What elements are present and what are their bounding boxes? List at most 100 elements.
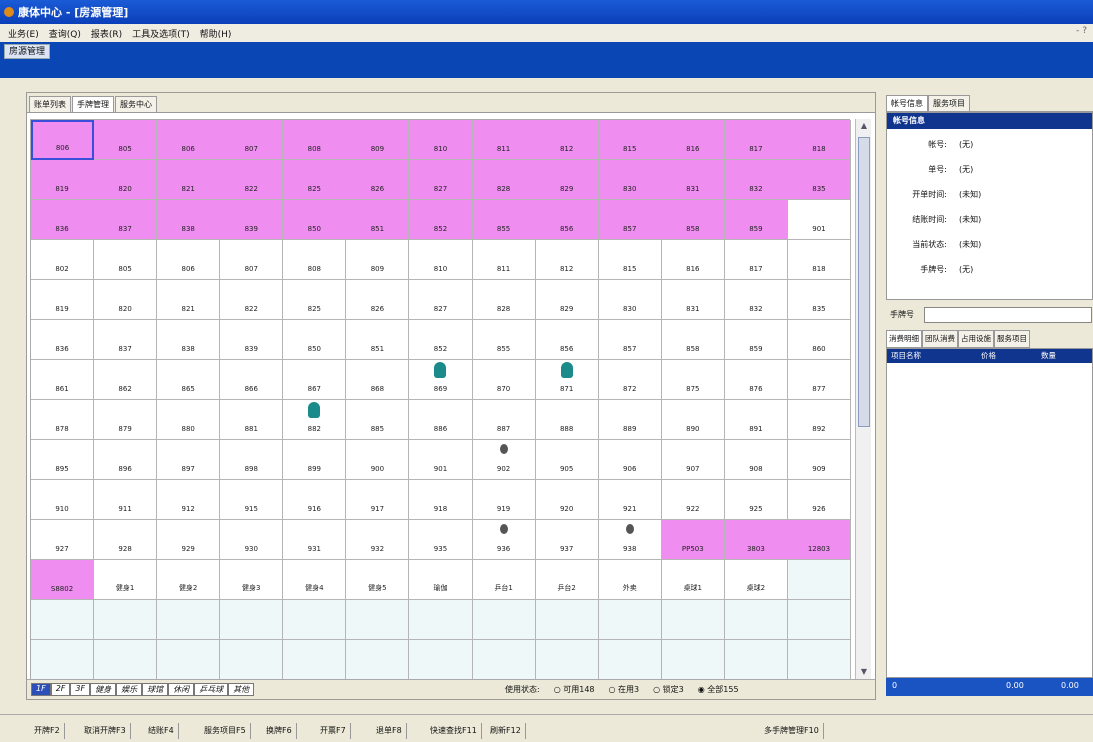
room-cell[interactable]: 822 (220, 280, 284, 320)
room-cell[interactable]: 852 (409, 320, 473, 360)
room-cell[interactable] (535, 640, 599, 680)
room-cell[interactable]: 865 (157, 360, 221, 400)
room-cell[interactable]: 880 (157, 400, 221, 440)
room-cell[interactable]: 882 (283, 400, 347, 440)
room-cell[interactable]: 816 (661, 120, 725, 160)
bottom-button[interactable]: 快速查找F11 (426, 723, 482, 739)
room-cell[interactable]: 907 (661, 440, 725, 480)
room-cell[interactable]: 886 (409, 400, 473, 440)
room-cell[interactable]: 838 (157, 200, 221, 240)
room-cell[interactable] (661, 600, 725, 640)
room-cell[interactable]: 906 (598, 440, 662, 480)
room-cell[interactable]: 807 (220, 240, 284, 280)
room-cell[interactable]: 879 (94, 400, 158, 440)
room-cell[interactable]: 901 (409, 440, 473, 480)
room-cell[interactable]: 806 (157, 240, 221, 280)
room-cell[interactable] (787, 640, 851, 680)
room-cell[interactable]: 820 (94, 160, 158, 200)
room-cell[interactable]: 811 (472, 120, 536, 160)
room-cell[interactable]: 937 (535, 520, 599, 560)
room-cell[interactable]: 825 (283, 280, 347, 320)
room-cell[interactable]: 瑜伽 (409, 560, 473, 600)
room-cell[interactable]: 902 (472, 440, 536, 480)
room-cell[interactable]: 928 (94, 520, 158, 560)
room-cell[interactable]: 901 (787, 200, 851, 240)
room-cell[interactable]: 936 (472, 520, 536, 560)
room-cell[interactable]: 921 (598, 480, 662, 520)
card-input[interactable] (924, 307, 1092, 323)
room-cell[interactable] (409, 600, 473, 640)
consume-tab[interactable]: 团队消费 (922, 330, 958, 348)
bottom-button[interactable]: 开票F7 (316, 723, 351, 739)
tab-2[interactable]: 服务中心 (115, 96, 157, 112)
room-cell[interactable]: 868 (346, 360, 410, 400)
room-cell[interactable]: 925 (724, 480, 788, 520)
room-cell[interactable]: 851 (346, 320, 410, 360)
room-cell[interactable] (724, 640, 788, 680)
room-cell[interactable]: 869 (409, 360, 473, 400)
tab-room-management[interactable]: 房源管理 (4, 44, 51, 59)
room-cell[interactable]: 837 (94, 200, 158, 240)
room-cell[interactable]: 908 (724, 440, 788, 480)
room-cell[interactable]: 856 (535, 320, 599, 360)
scroll-thumb[interactable] (858, 137, 870, 427)
bottom-button[interactable]: 多手牌管理F10 (760, 723, 824, 739)
room-cell[interactable]: 920 (535, 480, 599, 520)
room-cell[interactable]: 812 (535, 240, 599, 280)
room-cell[interactable]: 乒台1 (472, 560, 536, 600)
room-cell[interactable]: PP503 (661, 520, 725, 560)
room-cell[interactable]: 821 (157, 160, 221, 200)
room-cell[interactable] (787, 600, 851, 640)
room-cell[interactable]: 918 (409, 480, 473, 520)
room-cell[interactable]: 831 (661, 160, 725, 200)
room-cell[interactable]: 881 (220, 400, 284, 440)
room-cell[interactable]: 836 (31, 320, 95, 360)
room-cell[interactable]: 927 (31, 520, 95, 560)
room-cell[interactable]: 859 (724, 320, 788, 360)
room-cell[interactable]: 929 (157, 520, 221, 560)
room-cell[interactable]: 915 (220, 480, 284, 520)
room-cell[interactable]: 820 (94, 280, 158, 320)
room-cell[interactable] (283, 600, 347, 640)
room-cell[interactable] (94, 600, 158, 640)
room-cell[interactable]: 807 (220, 120, 284, 160)
room-cell[interactable]: 828 (472, 280, 536, 320)
room-cell[interactable]: 809 (346, 120, 410, 160)
room-cell[interactable]: 健身4 (283, 560, 347, 600)
room-cell[interactable]: 919 (472, 480, 536, 520)
consume-tab[interactable]: 消费明细 (886, 330, 922, 348)
tab-1[interactable]: 手牌管理 (72, 96, 114, 112)
room-cell[interactable]: 3803 (724, 520, 788, 560)
room-cell[interactable]: 910 (31, 480, 95, 520)
room-cell[interactable]: 健身2 (157, 560, 221, 600)
room-cell[interactable] (220, 600, 284, 640)
room-cell[interactable]: 909 (787, 440, 851, 480)
consume-tab[interactable]: 服务项目 (994, 330, 1030, 348)
room-cell[interactable] (409, 640, 473, 680)
floor-tab[interactable]: 球馆 (142, 683, 169, 696)
menu-item[interactable]: 报表(R) (87, 27, 126, 40)
room-cell[interactable]: 866 (220, 360, 284, 400)
room-cell[interactable]: 889 (598, 400, 662, 440)
room-cell[interactable]: 932 (346, 520, 410, 560)
room-cell[interactable]: 829 (535, 280, 599, 320)
room-cell[interactable] (220, 640, 284, 680)
room-cell[interactable]: 891 (724, 400, 788, 440)
room-cell[interactable]: 808 (283, 240, 347, 280)
room-cell[interactable]: 817 (724, 240, 788, 280)
room-cell[interactable]: 878 (31, 400, 95, 440)
menu-item[interactable]: 帮助(H) (196, 27, 236, 40)
room-cell[interactable]: 桌球2 (724, 560, 788, 600)
room-cell[interactable]: 898 (220, 440, 284, 480)
bottom-button[interactable]: 刷新F12 (486, 723, 526, 739)
room-cell[interactable]: 876 (724, 360, 788, 400)
room-cell[interactable]: 896 (94, 440, 158, 480)
room-cell[interactable]: 806 (157, 120, 221, 160)
room-cell[interactable]: 838 (157, 320, 221, 360)
room-cell[interactable]: 818 (787, 120, 851, 160)
room-cell[interactable] (724, 600, 788, 640)
room-cell[interactable]: 911 (94, 480, 158, 520)
room-cell[interactable]: 825 (283, 160, 347, 200)
room-cell[interactable]: 831 (661, 280, 725, 320)
room-cell[interactable]: 837 (94, 320, 158, 360)
